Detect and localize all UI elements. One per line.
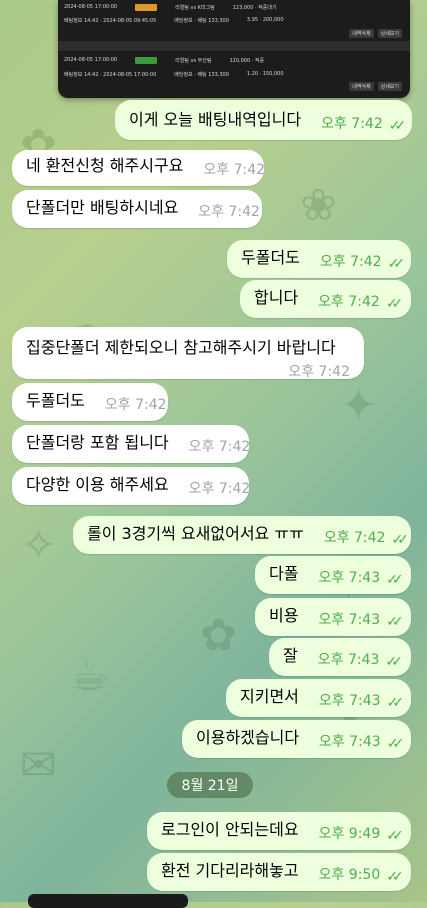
message-time: 오후 7:42	[319, 254, 382, 270]
message-bubble-outgoing[interactable]: 롤이 3경기씩 요새없어서요 ㅠㅠ 오후 7:42 ✓✓	[73, 516, 411, 554]
message-text: 네 환전신청 해주시구요	[26, 156, 184, 175]
message-time: 오후 9:49	[318, 826, 381, 842]
screenshot-row: 베팅정보 14:42 · 2024-08-05 09:45:05 배당정보 · …	[58, 15, 410, 25]
message-time: 오후 7:43	[318, 570, 381, 586]
message-time: 오후 7:43	[318, 612, 381, 628]
double-check-icon: ✓✓	[386, 695, 405, 711]
double-check-icon: ✓✓	[386, 572, 404, 588]
message-bubble-outgoing[interactable]: 이용하겠습니다 오후 7:43 ✓✓	[182, 720, 411, 758]
double-check-icon: ✓✓	[387, 256, 406, 272]
row-date: 베팅정보 14:42 · 2024-08-05 09:45:05	[64, 17, 157, 24]
message-bubble-outgoing[interactable]: 이게 오늘 배팅내역입니다 오후 7:42 ✓✓	[115, 100, 412, 140]
message-bubble-incoming[interactable]: 다양한 이용 해주세요 오후 7:42	[12, 467, 251, 505]
double-check-icon: ✓✓	[391, 532, 409, 548]
message-text: 환전 기다리라해놓고	[161, 861, 299, 880]
row-teams: 리얼팀 vs 부산팀	[175, 57, 212, 64]
message-bubble-incoming[interactable]: 단폴더만 배팅하시네요 오후 7:42	[12, 190, 262, 228]
row-date: 2024-08-05 17:00:00	[64, 4, 118, 10]
message-bubble-outgoing[interactable]: 환전 기다리라해놓고 오후 9:50 ✓✓	[147, 853, 411, 891]
message-text: 이게 오늘 배팅내역입니다	[129, 110, 302, 129]
message-time: 오후 7:42	[188, 439, 251, 455]
row-result: 120,000 · 적중	[229, 57, 265, 64]
row-teams: 배당정보 · 배팅 133,300	[174, 17, 229, 24]
betting-history-screenshot[interactable]: 2024-08-05 17:00:00 리얼팀 vs K리그팀 123,000 …	[58, 0, 410, 98]
message-text: 집중단폴더 제한되오니 참고해주시기 바랍니다	[26, 338, 336, 357]
message-bubble-outgoing[interactable]: 두폴더도 오후 7:42 ✓✓	[227, 240, 411, 278]
message-bubble-outgoing[interactable]: 잘 오후 7:43 ✓✓	[269, 638, 411, 676]
message-text: 롤이 3경기씩 요새없어서요 ㅠㅠ	[87, 524, 304, 543]
message-text: 로그인이 안되는데요	[161, 820, 299, 839]
double-check-icon: ✓✓	[386, 869, 404, 885]
message-text: 두폴더도	[241, 248, 300, 267]
team-badge	[135, 3, 158, 11]
message-time: 오후 7:43	[319, 734, 381, 750]
double-check-icon: ✓✓	[388, 118, 407, 134]
message-time: 오후 7:43	[317, 652, 380, 668]
double-check-icon: ✓✓	[385, 654, 403, 670]
double-check-icon: ✓✓	[386, 736, 405, 752]
message-bubble-incoming[interactable]: 집중단폴더 제한되오니 참고해주시기 바랍니다 오후 7:42	[12, 327, 364, 380]
screenshot-row: 2024-08-05 17:00:00 리얼팀 vs 부산팀 120,000 ·…	[58, 55, 410, 65]
message-bubble-incoming[interactable]: 단폴더랑 포함 됩니다 오후 7:42	[12, 425, 251, 463]
message-text: 이용하겠습니다	[196, 728, 300, 747]
row-teams: 배당정보 · 배팅 133,300	[174, 71, 229, 78]
screenshot-row: 베팅정보 14:42 · 2024-08-05 17:00:00 배당정보 · …	[58, 69, 410, 79]
double-check-icon: ✓✓	[386, 828, 404, 844]
double-check-icon: ✓✓	[386, 614, 404, 630]
row-result: 123,000 · 적중대기	[232, 4, 277, 11]
message-time: 오후 7:43	[318, 693, 381, 709]
message-text: 잘	[283, 646, 298, 665]
row-date: 2024-08-05 17:00:00	[64, 57, 118, 63]
delete-history-button[interactable]: 내역삭제	[349, 82, 374, 91]
message-time: 오후 7:42	[323, 530, 386, 546]
message-text: 비용	[269, 606, 299, 625]
screenshot-row: 2024-08-05 17:00:00 리얼팀 vs K리그팀 123,000 …	[58, 2, 410, 12]
message-text: 다양한 이용 해주세요	[26, 475, 169, 494]
message-text: 단폴더랑 포함 됩니다	[26, 433, 169, 452]
team-badge	[135, 56, 158, 64]
message-bubble-outgoing[interactable]: 합니다 오후 7:42 ✓✓	[240, 280, 411, 318]
message-time: 오후 7:42	[188, 481, 251, 497]
message-time: 오후 9:50	[318, 867, 381, 883]
row-result: 3.95 · 200,000	[246, 17, 284, 23]
row-result: 1.20 · 150,000	[246, 71, 284, 77]
details-button[interactable]: 상세보기	[377, 29, 402, 38]
date-divider: 8월 21일	[167, 772, 253, 798]
message-time: 오후 7:42	[104, 397, 167, 413]
redaction-mark	[28, 894, 188, 908]
message-time: 오후 7:42	[198, 204, 260, 220]
message-text: 두폴더도	[26, 391, 85, 410]
message-bubble-incoming[interactable]: 네 환전신청 해주시구요 오후 7:42	[12, 150, 266, 186]
message-text: 다폴	[269, 564, 299, 583]
row-date: 베팅정보 14:42 · 2024-08-05 17:00:00	[64, 71, 157, 78]
message-time: 오후 7:42	[318, 294, 380, 310]
screenshot-buttons: 내역삭제 상세보기	[349, 82, 402, 91]
row-teams: 리얼팀 vs K리그팀	[175, 4, 215, 11]
message-text: 단폴더만 배팅하시네요	[26, 198, 179, 217]
message-time: 오후 7:42	[321, 116, 383, 132]
message-bubble-outgoing[interactable]: 로그인이 안되는데요 오후 9:49 ✓✓	[147, 812, 411, 850]
message-text: 합니다	[254, 288, 299, 307]
details-button[interactable]: 상세보기	[377, 82, 402, 91]
screenshot-header	[58, 41, 410, 51]
screenshot-buttons: 내역삭제 상세보기	[349, 29, 402, 38]
message-text: 지키면서	[240, 687, 299, 706]
message-time: 오후 7:42	[203, 162, 266, 178]
message-bubble-outgoing[interactable]: 비용 오후 7:43 ✓✓	[255, 598, 411, 636]
message-bubble-incoming[interactable]: 두폴더도 오후 7:42	[12, 383, 168, 421]
message-bubble-outgoing[interactable]: 지키면서 오후 7:43 ✓✓	[226, 679, 411, 717]
delete-history-button[interactable]: 내역삭제	[349, 29, 374, 38]
double-check-icon: ✓✓	[385, 296, 404, 312]
message-time: 오후 7:42	[288, 364, 350, 380]
message-bubble-outgoing[interactable]: 다폴 오후 7:43 ✓✓	[255, 556, 411, 594]
